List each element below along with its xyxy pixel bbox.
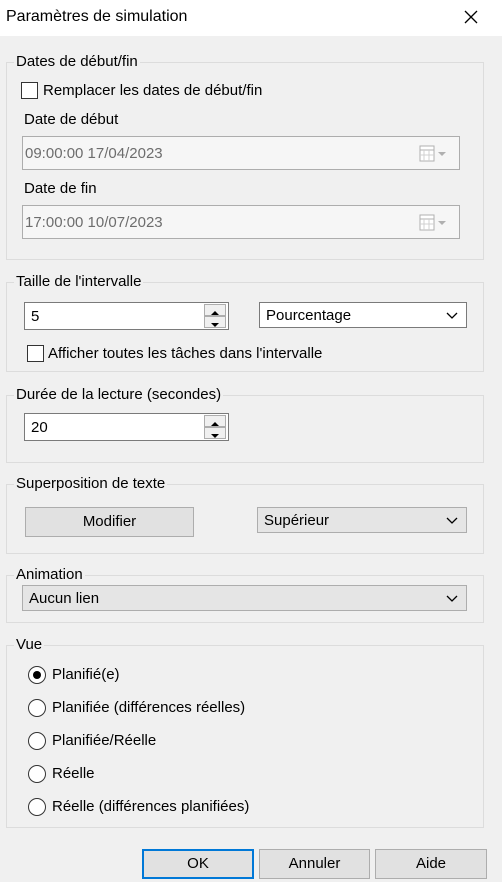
window-title: Paramètres de simulation [6, 8, 188, 25]
dates-legend: Dates de début/fin [14, 53, 140, 71]
radio-selected-dot [33, 671, 41, 679]
overlay-position-value: Supérieur [264, 512, 330, 529]
playback-legend: Durée de la lecture (secondes) [14, 386, 224, 404]
end-date-label: Date de fin [24, 180, 97, 197]
chevron-down-icon [211, 434, 219, 438]
interval-unit-select[interactable]: Pourcentage [259, 302, 467, 328]
view-radio-planned-actual[interactable] [28, 732, 46, 750]
interval-unit-value: Pourcentage [266, 307, 352, 324]
view-radio-planned-actual-diff[interactable] [28, 699, 46, 717]
calendar-icon[interactable] [419, 145, 449, 163]
start-date-value: 09:00:00 17/04/2023 [25, 145, 163, 162]
view-option-label: Planifiée/Réelle [52, 732, 157, 749]
ok-button[interactable]: OK [142, 849, 254, 879]
start-date-field[interactable]: 09:00:00 17/04/2023 [22, 136, 460, 170]
view-option-label: Planifié(e) [52, 666, 120, 683]
stepper-down-button[interactable] [204, 316, 226, 328]
animation-value: Aucun lien [29, 590, 100, 607]
interval-size-value: 5 [31, 308, 40, 325]
chevron-down-icon [211, 323, 219, 327]
calendar-icon[interactable] [419, 214, 449, 232]
view-radio-actual-planned-diff[interactable] [28, 798, 46, 816]
playback-duration-stepper[interactable]: 20 [24, 413, 229, 441]
stepper-up-button[interactable] [204, 304, 226, 316]
view-option-label: Réelle [52, 765, 95, 782]
start-date-label: Date de début [24, 111, 119, 128]
view-radio-actual[interactable] [28, 765, 46, 783]
overlay-position-select[interactable]: Supérieur [257, 507, 467, 533]
chevron-down-icon [446, 595, 458, 602]
end-date-field[interactable]: 17:00:00 10/07/2023 [22, 205, 460, 239]
title-bar: Paramètres de simulation [0, 0, 502, 36]
edit-overlay-button[interactable]: Modifier [25, 507, 194, 537]
interval-legend: Taille de l'intervalle [14, 273, 144, 291]
stepper-down-button[interactable] [204, 427, 226, 439]
view-option-label: Réelle (différences planifiées) [52, 798, 250, 815]
chevron-down-icon [446, 517, 458, 524]
stepper-up-button[interactable] [204, 415, 226, 427]
playback-duration-value: 20 [31, 419, 48, 436]
end-date-value: 17:00:00 10/07/2023 [25, 214, 163, 231]
text-overlay-legend: Superposition de texte [14, 475, 168, 493]
close-icon[interactable] [458, 4, 484, 30]
animation-select[interactable]: Aucun lien [22, 585, 467, 611]
view-legend: Vue [14, 636, 45, 654]
show-all-tasks-label: Afficher toutes les tâches dans l'interv… [48, 345, 323, 362]
animation-legend: Animation [14, 566, 85, 584]
show-all-tasks-checkbox[interactable] [27, 345, 44, 362]
help-button[interactable]: Aide [375, 849, 487, 879]
chevron-down-icon [446, 312, 458, 319]
interval-size-stepper[interactable]: 5 [24, 302, 229, 330]
view-option-label: Planifiée (différences réelles) [52, 699, 246, 716]
override-dates-checkbox[interactable] [21, 82, 38, 99]
override-dates-label: Remplacer les dates de début/fin [43, 82, 263, 99]
cancel-button[interactable]: Annuler [259, 849, 370, 879]
view-radio-planned[interactable] [28, 666, 46, 684]
